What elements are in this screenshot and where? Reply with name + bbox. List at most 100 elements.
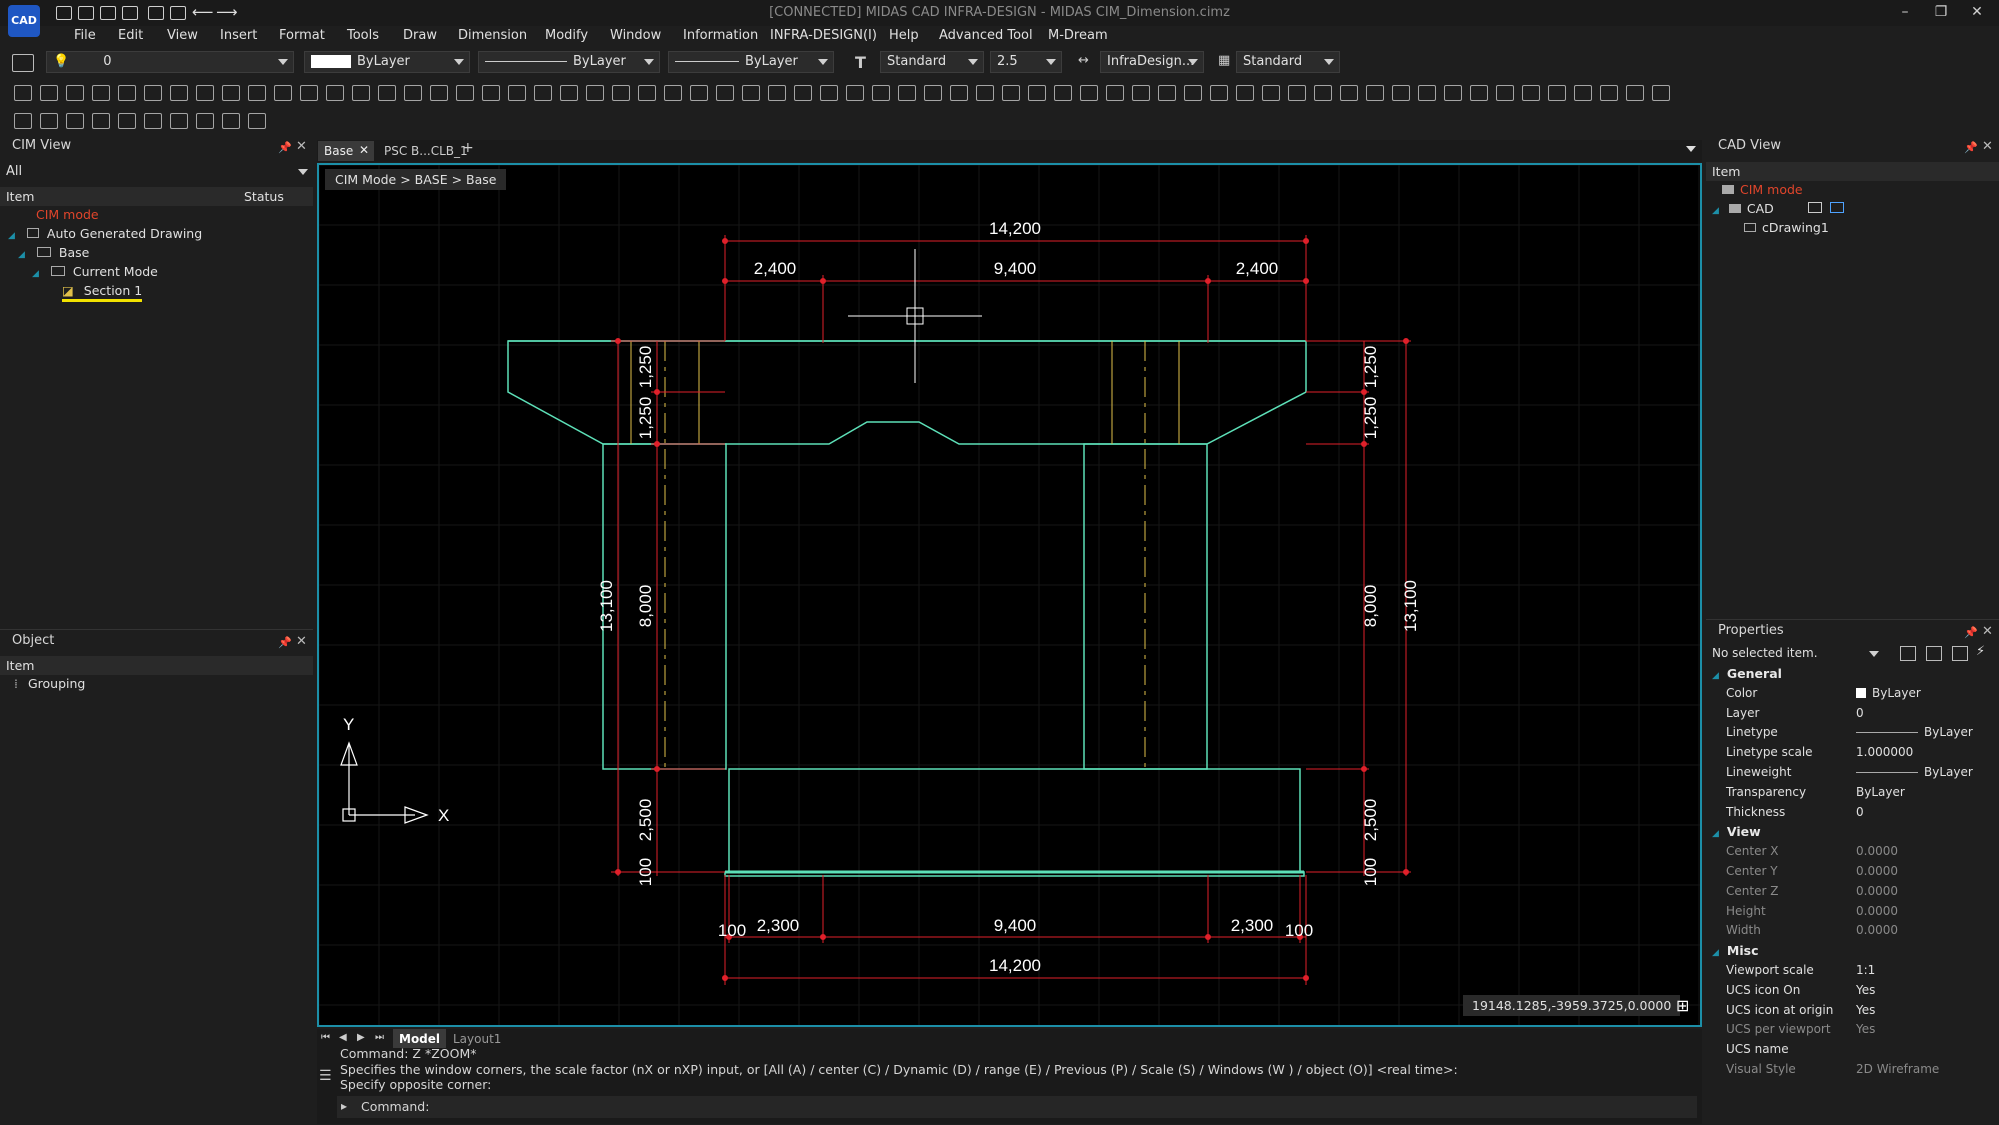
view-tool-icon[interactable]	[14, 113, 32, 129]
open-folder-icon[interactable]	[78, 6, 94, 20]
draw-tool-icon[interactable]	[664, 85, 682, 101]
draw-tool-icon[interactable]	[196, 85, 214, 101]
prop-value[interactable]: ByLayer	[1856, 785, 1905, 799]
draw-tool-icon[interactable]	[1600, 85, 1618, 101]
draw-tool-icon[interactable]	[1444, 85, 1462, 101]
draw-tool-icon[interactable]	[1184, 85, 1202, 101]
draw-tool-icon[interactable]	[950, 85, 968, 101]
save-all-icon[interactable]	[122, 6, 138, 20]
tree-item-auto-generated[interactable]: ◢ Auto Generated Drawing	[8, 226, 202, 245]
pick-add-icon[interactable]	[1952, 646, 1968, 661]
prop-value[interactable]: 0.0000	[1856, 884, 1898, 898]
prop-section-general[interactable]: ◢ General	[1712, 666, 1782, 681]
prop-value[interactable]: Yes	[1856, 1022, 1875, 1036]
grid-toggle-icon[interactable]: ⊞	[1676, 996, 1694, 1015]
close-icon[interactable]: ✕	[359, 143, 369, 157]
menu-window[interactable]: Window	[610, 28, 661, 43]
text-height-select[interactable]: 2.5	[990, 51, 1062, 73]
prop-value[interactable]: ByLayer	[1856, 686, 1921, 700]
expand-icon[interactable]: ◢	[8, 231, 15, 241]
text-style-select[interactable]: Standard	[880, 51, 984, 73]
menu-draw[interactable]: Draw	[403, 28, 437, 43]
expand-icon[interactable]: ◢	[1712, 206, 1719, 216]
last-layout-icon[interactable]: ⏭	[375, 1032, 384, 1043]
draw-tool-icon[interactable]	[1158, 85, 1176, 101]
quick-select-icon[interactable]	[1900, 646, 1916, 661]
prop-value[interactable]: 0	[1856, 805, 1864, 819]
prop-value[interactable]: Yes	[1856, 1003, 1875, 1017]
menu-format[interactable]: Format	[279, 28, 325, 43]
draw-tool-icon[interactable]	[1054, 85, 1072, 101]
draw-tool-icon[interactable]	[40, 85, 58, 101]
draw-tool-icon[interactable]	[1340, 85, 1358, 101]
draw-tool-icon[interactable]	[1314, 85, 1332, 101]
draw-tool-icon[interactable]	[1470, 85, 1488, 101]
layer-select[interactable]: 💡 0	[46, 51, 294, 73]
linetype-select[interactable]: ByLayer	[478, 51, 660, 73]
draw-tool-icon[interactable]	[1626, 85, 1644, 101]
cad-tree-cim-mode[interactable]: CIM mode	[1722, 182, 1803, 201]
save-icon[interactable]	[100, 6, 116, 20]
pin-icon[interactable]: 📌	[278, 636, 292, 649]
draw-tool-icon[interactable]	[274, 85, 292, 101]
draw-tool-icon[interactable]	[144, 85, 162, 101]
prop-value[interactable]: 0	[1856, 706, 1864, 720]
menu-modify[interactable]: Modify	[545, 28, 588, 43]
draw-tool-icon[interactable]	[1574, 85, 1592, 101]
prop-value[interactable]: 0.0000	[1856, 844, 1898, 858]
draw-tool-icon[interactable]	[872, 85, 890, 101]
undo-icon[interactable]: ⟵	[192, 3, 214, 21]
expand-icon[interactable]: ◢	[1712, 671, 1719, 681]
menu-file[interactable]: File	[74, 28, 96, 43]
prop-value[interactable]: 0.0000	[1856, 904, 1898, 918]
draw-tool-icon[interactable]	[976, 85, 994, 101]
prop-value[interactable]: 1.000000	[1856, 745, 1913, 759]
tree-item-base[interactable]: ◢ Base	[18, 245, 89, 264]
menu-information[interactable]: Information	[683, 28, 758, 43]
cim-filter-select[interactable]: All	[0, 162, 313, 184]
expand-icon[interactable]: ◢	[1712, 948, 1719, 958]
draw-tool-icon[interactable]	[170, 85, 188, 101]
draw-tool-icon[interactable]	[300, 85, 318, 101]
prop-value[interactable]: ByLayer	[1856, 725, 1973, 739]
draw-tool-icon[interactable]	[66, 85, 84, 101]
menu-infra-design[interactable]: INFRA-DESIGN(I)	[770, 28, 877, 43]
menu-help[interactable]: Help	[889, 28, 919, 43]
tab-list-icon[interactable]	[1686, 146, 1696, 152]
draw-tool-icon[interactable]	[924, 85, 942, 101]
drawing-svg[interactable]: 14,200 2,400 9,400 2,400 100 2,300 9,400…	[319, 165, 1700, 1025]
draw-tool-icon[interactable]	[92, 85, 110, 101]
table-style-select[interactable]: Standard	[1236, 51, 1340, 73]
draw-tool-icon[interactable]	[1652, 85, 1670, 101]
close-icon[interactable]: ✕	[1982, 624, 1993, 639]
draw-tool-icon[interactable]	[742, 85, 760, 101]
view-tool-icon[interactable]	[170, 113, 188, 129]
draw-tool-icon[interactable]	[118, 85, 136, 101]
menu-lines-icon[interactable]: ☰	[319, 1068, 332, 1084]
expand-icon[interactable]: ◢	[18, 250, 25, 260]
draw-tool-icon[interactable]	[1366, 85, 1384, 101]
new-file-icon[interactable]	[56, 6, 72, 20]
draw-tool-icon[interactable]	[534, 85, 552, 101]
select-objects-icon[interactable]	[1926, 646, 1942, 661]
draw-tool-icon[interactable]	[222, 85, 240, 101]
prop-section-misc[interactable]: ◢ Misc	[1712, 943, 1759, 958]
draw-tool-icon[interactable]	[378, 85, 396, 101]
draw-tool-icon[interactable]	[898, 85, 916, 101]
draw-tool-icon[interactable]	[1496, 85, 1514, 101]
prop-value[interactable]: Yes	[1856, 983, 1875, 997]
doc-tab-base[interactable]: Base ✕	[318, 141, 374, 161]
drawing-canvas[interactable]: 14,200 2,400 9,400 2,400 100 2,300 9,400…	[317, 163, 1702, 1027]
tree-item-cim-mode[interactable]: CIM mode	[36, 207, 99, 226]
close-icon[interactable]: ✕	[1982, 139, 1993, 154]
first-layout-icon[interactable]: ⏮	[321, 1032, 330, 1043]
view-tool-icon[interactable]	[92, 113, 110, 129]
draw-tool-icon[interactable]	[1028, 85, 1046, 101]
selection-select[interactable]: No selected item.	[1706, 644, 1884, 666]
close-button[interactable]: ✕	[1964, 4, 1990, 22]
view-tool-icon[interactable]	[248, 113, 266, 129]
draw-tool-icon[interactable]	[404, 85, 422, 101]
draw-tool-icon[interactable]	[1288, 85, 1306, 101]
draw-tool-icon[interactable]	[14, 85, 32, 101]
add-tab-icon[interactable]: +	[462, 140, 474, 156]
